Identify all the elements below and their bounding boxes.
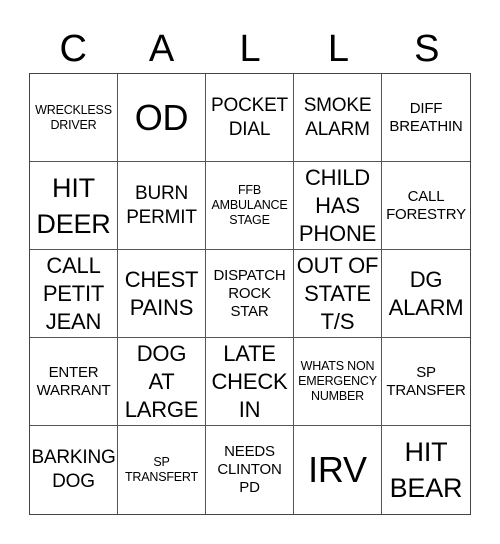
cell-text: POCKET DIAL xyxy=(211,94,288,140)
cell-text: OD xyxy=(134,96,189,138)
bingo-cell[interactable]: OD xyxy=(118,74,206,162)
cell-text: CALL PETIT JEAN xyxy=(42,252,105,334)
bingo-cell[interactable]: CALL FORESTRY xyxy=(382,162,470,250)
cell-text: CHEST PAINS xyxy=(124,266,199,320)
bingo-cell[interactable]: FFB AMBULANCE STAGE xyxy=(206,162,294,250)
bingo-cell[interactable]: DG ALARM xyxy=(382,250,470,338)
bingo-cell[interactable]: WHATS NON EMERGENCY NUMBER xyxy=(294,338,382,426)
cell-text: CALL FORESTRY xyxy=(386,187,466,223)
header-letter-l1: L xyxy=(239,28,261,70)
cell-text: BURN PERMIT xyxy=(126,182,197,228)
cell-text: HIT BEAR xyxy=(389,437,463,503)
cell-text: SP TRANSFERT xyxy=(125,455,198,484)
header-letter-s: S xyxy=(414,28,440,70)
cell-text: HIT DEER xyxy=(36,172,111,239)
bingo-cell[interactable]: SP TRANSFERT xyxy=(118,426,206,514)
cell-text: DOG AT LARGE xyxy=(124,340,199,422)
bingo-cell[interactable]: SMOKE ALARM xyxy=(294,74,382,162)
bingo-cell[interactable]: DOG AT LARGE xyxy=(118,338,206,426)
bingo-cell[interactable]: LATE CHECK IN xyxy=(206,338,294,426)
bingo-grid: WRECKLESS DRIVER OD POCKET DIAL SMOKE AL… xyxy=(29,73,471,515)
cell-text: DG ALARM xyxy=(388,266,464,320)
bingo-cell[interactable]: HIT DEER xyxy=(30,162,118,250)
bingo-cell[interactable]: NEEDS CLINTON PD xyxy=(206,426,294,514)
cell-text: ENTER WARRANT xyxy=(36,363,111,399)
cell-text: BARKING DOG xyxy=(31,447,116,492)
cell-text: CHILD HAS PHONE xyxy=(298,164,377,246)
bingo-cell[interactable]: ENTER WARRANT xyxy=(30,338,118,426)
bingo-cell[interactable]: SP TRANSFER xyxy=(382,338,470,426)
cell-text: LATE CHECK IN xyxy=(211,340,288,422)
bingo-cell[interactable]: HIT BEAR xyxy=(382,426,470,514)
bingo-cell[interactable]: POCKET DIAL xyxy=(206,74,294,162)
bingo-cell[interactable]: BURN PERMIT xyxy=(118,162,206,250)
bingo-cell[interactable]: OUT OF STATE T/S xyxy=(294,250,382,338)
bingo-cell[interactable]: WRECKLESS DRIVER xyxy=(30,74,118,162)
cell-text: DISPATCH ROCK STAR xyxy=(213,266,286,320)
bingo-header: C A L L S xyxy=(29,26,471,72)
bingo-cell[interactable]: IRV xyxy=(294,426,382,514)
cell-text: NEEDS CLINTON PD xyxy=(217,443,282,496)
cell-text: WRECKLESS DRIVER xyxy=(35,102,112,132)
header-letter-a: A xyxy=(148,28,175,70)
header-letter-c: C xyxy=(59,28,87,70)
bingo-cell[interactable]: DISPATCH ROCK STAR xyxy=(206,250,294,338)
header-letter-l2: L xyxy=(327,28,349,70)
bingo-cell[interactable]: CHEST PAINS xyxy=(118,250,206,338)
cell-text: SMOKE ALARM xyxy=(303,94,372,140)
cell-text: IRV xyxy=(308,449,367,490)
cell-text: SP TRANSFER xyxy=(386,363,466,399)
bingo-cell[interactable]: BARKING DOG xyxy=(30,426,118,514)
cell-text: FFB AMBULANCE STAGE xyxy=(211,183,288,227)
bingo-cell[interactable]: DIFF BREATHIN xyxy=(382,74,470,162)
bingo-cell[interactable]: CALL PETIT JEAN xyxy=(30,250,118,338)
bingo-cell[interactable]: CHILD HAS PHONE xyxy=(294,162,382,250)
cell-text: DIFF BREATHIN xyxy=(389,99,463,135)
cell-text: WHATS NON EMERGENCY NUMBER xyxy=(298,359,377,403)
cell-text: OUT OF STATE T/S xyxy=(296,252,379,334)
